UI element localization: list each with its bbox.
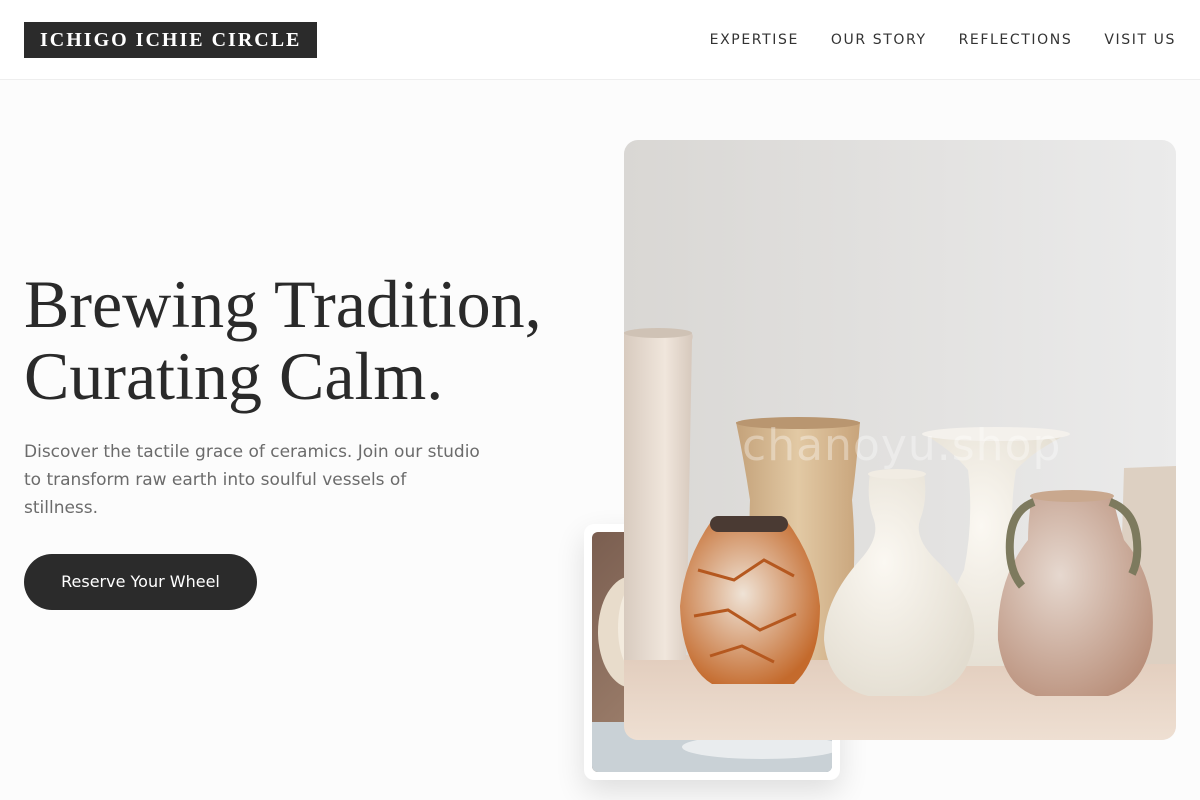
hero-description: Discover the tactile grace of ceramics. … (24, 442, 480, 518)
hero-title-line-2: Curating Calm. (24, 338, 444, 414)
ceramic-vases-photo: chanoyu.shop (624, 140, 1176, 740)
reserve-wheel-button[interactable]: Reserve Your Wheel (24, 554, 257, 610)
nav-link-our-story[interactable]: OUR STORY (831, 30, 927, 50)
hero-title: Brewing Tradition, Curating Calm. (24, 268, 604, 412)
nav-link-expertise[interactable]: EXPERTISE (710, 30, 799, 50)
image-watermark: chanoyu.shop (742, 420, 1061, 471)
nav-link-reflections[interactable]: REFLECTIONS (959, 30, 1073, 50)
hero-title-line-1: Brewing Tradition, (24, 266, 542, 342)
ceramic-vases-illustration: chanoyu.shop (624, 140, 1176, 740)
main-nav: EXPERTISE OUR STORY REFLECTIONS VISIT US (710, 30, 1176, 50)
site-header: ICHIGO ICHIE CIRCLE EXPERTISE OUR STORY … (0, 0, 1200, 80)
brand-logo[interactable]: ICHIGO ICHIE CIRCLE (24, 22, 318, 58)
nav-link-visit-us[interactable]: VISIT US (1104, 30, 1176, 50)
